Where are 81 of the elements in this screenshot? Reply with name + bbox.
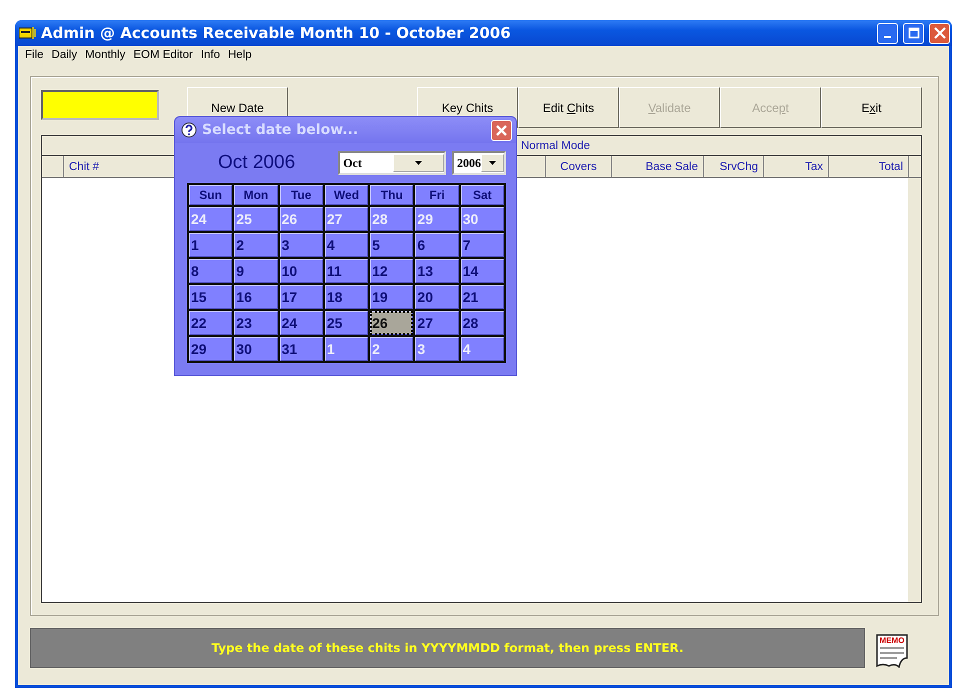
menu-item[interactable]: File bbox=[21, 49, 48, 61]
day-cell[interactable]: 23 bbox=[234, 311, 278, 335]
day-cell[interactable]: 29 bbox=[415, 207, 459, 231]
day-cell[interactable]: 28 bbox=[460, 311, 504, 335]
close-icon bbox=[934, 27, 946, 39]
dropdown-arrow-icon bbox=[414, 161, 422, 165]
weekday-header: Fri bbox=[415, 185, 459, 205]
day-cell[interactable]: 8 bbox=[189, 259, 232, 283]
column-header: Base Sale bbox=[612, 156, 704, 177]
menu-item[interactable]: EOM Editor bbox=[129, 49, 197, 61]
column-header: Total bbox=[829, 156, 909, 177]
month-dropdown[interactable]: Oct bbox=[338, 151, 446, 175]
day-cell[interactable]: 14 bbox=[460, 259, 504, 283]
day-cell[interactable]: 3 bbox=[280, 233, 323, 257]
day-cell[interactable]: 29 bbox=[189, 337, 232, 361]
close-button[interactable] bbox=[929, 22, 950, 44]
day-cell[interactable]: 28 bbox=[370, 207, 414, 231]
day-cell[interactable]: 22 bbox=[189, 311, 232, 335]
window-title: Admin @ Accounts Receivable Month 10 - October 2006 bbox=[41, 24, 512, 42]
day-cell[interactable]: 30 bbox=[234, 337, 278, 361]
close-button[interactable] bbox=[491, 120, 512, 140]
year-dropdown[interactable]: 2006 bbox=[452, 151, 506, 175]
day-cell[interactable]: 12 bbox=[370, 259, 414, 283]
dropdown-arrow-icon bbox=[488, 161, 496, 165]
weekday-header: Wed bbox=[324, 185, 368, 205]
day-cell[interactable]: 11 bbox=[324, 259, 368, 283]
day-cell[interactable]: 30 bbox=[460, 207, 504, 231]
date-input-field[interactable] bbox=[41, 90, 159, 120]
day-cell[interactable]: 1 bbox=[189, 233, 232, 257]
weekday-header: Sat bbox=[460, 185, 504, 205]
day-cell[interactable]: 10 bbox=[280, 259, 323, 283]
mode-label: Normal Mode bbox=[521, 140, 590, 152]
weekday-header: Thu bbox=[370, 185, 414, 205]
day-cell[interactable]: 24 bbox=[189, 207, 232, 231]
weekday-header: Mon bbox=[234, 185, 278, 205]
toolbar-button[interactable]: Edit Chits bbox=[518, 87, 619, 128]
status-bar: Type the date of these chits in YYYYMMDD format, then press ENTER. bbox=[30, 628, 865, 668]
day-cell[interactable]: 19 bbox=[370, 285, 414, 309]
day-cell[interactable]: 24 bbox=[280, 311, 323, 335]
day-cell[interactable]: 2 bbox=[234, 233, 278, 257]
weekday-header: Sun bbox=[189, 185, 232, 205]
day-cell[interactable]: 15 bbox=[189, 285, 232, 309]
day-cell[interactable]: 31 bbox=[280, 337, 323, 361]
weekday-header: Tue bbox=[280, 185, 323, 205]
day-cell[interactable]: 20 bbox=[415, 285, 459, 309]
day-cell[interactable]: 2 bbox=[370, 337, 414, 361]
column-header: SrvChg bbox=[704, 156, 764, 177]
day-cell[interactable]: 13 bbox=[415, 259, 459, 283]
day-cell[interactable]: 26 bbox=[280, 207, 323, 231]
app-icon bbox=[19, 26, 36, 40]
day-cell[interactable]: 9 bbox=[234, 259, 278, 283]
menu-item[interactable]: Info bbox=[196, 49, 224, 61]
menu-item[interactable]: Monthly bbox=[81, 49, 130, 61]
help-icon bbox=[181, 122, 197, 138]
minimize-button[interactable] bbox=[877, 22, 898, 44]
day-cell[interactable]: 21 bbox=[460, 285, 504, 309]
menu-item[interactable]: Daily bbox=[48, 49, 82, 61]
maximize-button[interactable] bbox=[903, 22, 924, 44]
day-cell[interactable]: 5 bbox=[370, 233, 414, 257]
day-cell[interactable]: 26 bbox=[370, 311, 414, 335]
toolbar-button[interactable]: Exit bbox=[821, 87, 922, 128]
day-cell[interactable]: 6 bbox=[415, 233, 459, 257]
day-cell[interactable]: 4 bbox=[460, 337, 504, 361]
maximize-icon bbox=[908, 27, 920, 39]
day-cell[interactable]: 25 bbox=[324, 311, 368, 335]
minimize-icon bbox=[884, 36, 891, 38]
menu-item[interactable]: Help bbox=[224, 49, 256, 61]
day-cell[interactable]: 27 bbox=[415, 311, 459, 335]
column-header: Tax bbox=[764, 156, 829, 177]
column-header: Covers bbox=[546, 156, 612, 177]
day-cell[interactable]: 4 bbox=[324, 233, 368, 257]
close-icon bbox=[496, 124, 507, 136]
day-cell[interactable]: 17 bbox=[280, 285, 323, 309]
day-cell[interactable]: 7 bbox=[460, 233, 504, 257]
day-cell[interactable]: 1 bbox=[324, 337, 368, 361]
day-cell[interactable]: 18 bbox=[324, 285, 368, 309]
memo-icon[interactable]: MEMO bbox=[875, 634, 909, 668]
day-cell[interactable]: 27 bbox=[324, 207, 368, 231]
day-cell[interactable]: 25 bbox=[234, 207, 278, 231]
day-cell[interactable]: 16 bbox=[234, 285, 278, 309]
day-cell[interactable]: 3 bbox=[415, 337, 459, 361]
